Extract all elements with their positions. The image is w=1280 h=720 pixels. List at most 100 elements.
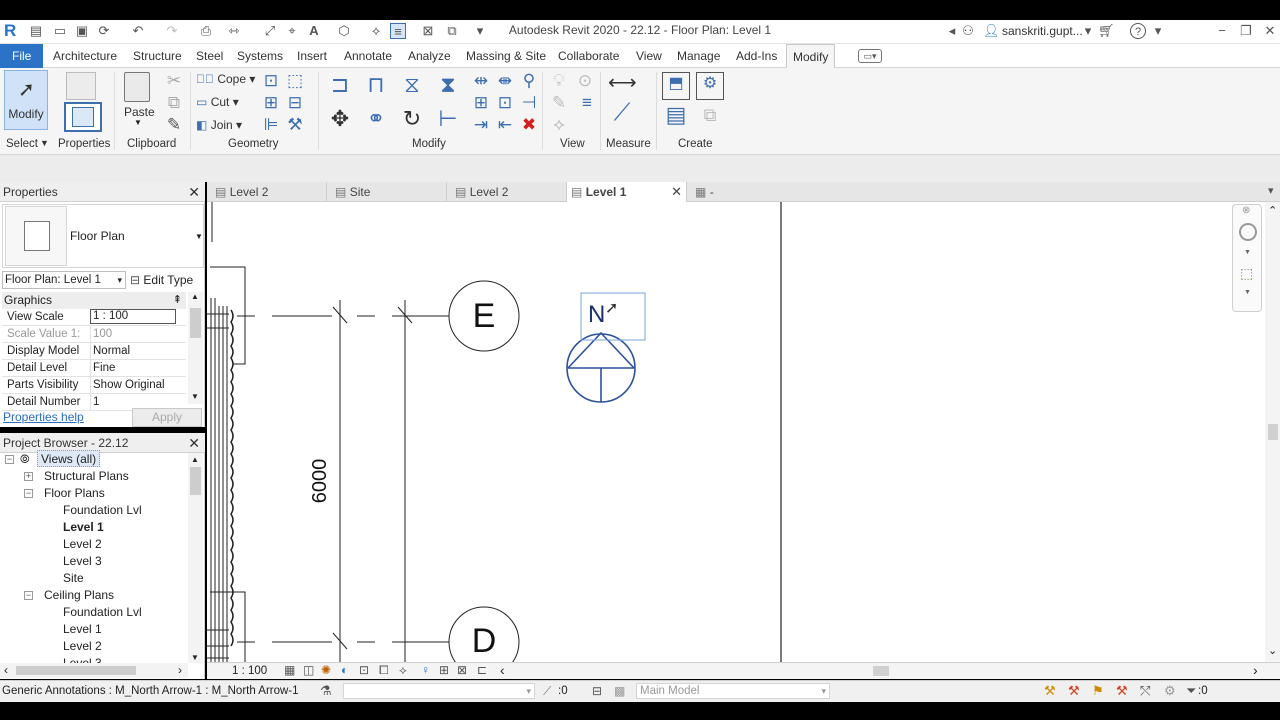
scroll-thumb[interactable] — [16, 666, 136, 675]
select-dropdown-icon[interactable]: ▼ — [40, 138, 49, 148]
properties-help-link[interactable]: Properties help — [3, 410, 84, 424]
select-links-icon[interactable]: ⚒ — [1044, 681, 1056, 701]
grid-label-e[interactable]: E — [449, 298, 519, 334]
prop-row[interactable]: View Scale 1 : 100 — [2, 309, 186, 326]
filter-icon[interactable]: ⏷ — [1186, 681, 1196, 701]
scroll-left-icon[interactable]: ‹ — [4, 663, 8, 677]
infocenter-arrow-icon[interactable]: ◂ — [944, 23, 960, 39]
view-filter-icon[interactable]: ≡ — [576, 92, 598, 114]
editing-requests-icon[interactable]: ⟋ — [543, 681, 551, 701]
linework-icon[interactable]: ✎ — [548, 92, 570, 114]
user-name[interactable]: sanskriti.gupt... — [1002, 24, 1083, 38]
match-properties-icon[interactable]: ✎ — [163, 114, 185, 136]
properties-scrollbar[interactable]: ▲ ▼ — [188, 292, 203, 404]
paste-label[interactable]: Paste — [124, 105, 155, 119]
cut-button[interactable]: ▭ Cut ▾ — [196, 95, 239, 109]
cope-button[interactable]: ⊏⃞ Cope ▾ — [196, 72, 255, 86]
trim-multiple-icon[interactable]: ⇥ — [470, 114, 492, 136]
minimize-icon[interactable]: − — [1214, 23, 1230, 39]
tree-item-ceiling-plans[interactable]: Ceiling Plans — [44, 587, 114, 604]
tree-item-level-1[interactable]: Level 1 — [63, 519, 104, 536]
paint-icon[interactable]: ⊟ — [284, 92, 306, 114]
view-tab-3d[interactable]: ▦ - — [687, 182, 747, 202]
temporary-hide-icon[interactable]: ♀ — [421, 663, 430, 677]
steering-wheel-icon[interactable] — [1239, 223, 1257, 241]
workset-select[interactable]: ▾ — [343, 683, 535, 699]
scroll-down-icon[interactable]: ▼ — [191, 653, 199, 662]
array-icon[interactable]: ⊞ — [470, 92, 492, 114]
close-properties-icon[interactable]: ✕ — [188, 183, 200, 201]
show-constraints-icon[interactable]: ⊏ — [477, 663, 487, 677]
browser-vscrollbar[interactable]: ▲ ▼ — [188, 453, 203, 663]
tab-annotate[interactable]: Annotate — [338, 44, 398, 68]
drawing-area[interactable]: E D N ➚ 6000 ⊗ ▼ ⬚ ▼ — [207, 202, 1265, 662]
scroll-down-icon[interactable]: ⌄ — [1268, 644, 1277, 657]
select-by-face-icon[interactable]: ⚒ — [1116, 681, 1128, 701]
select-by-icon[interactable]: ⟡ — [548, 114, 570, 136]
aligned-dimension-icon[interactable]: ⟋ — [608, 101, 636, 132]
north-arrow-label[interactable]: N — [588, 302, 605, 328]
nav-close-icon[interactable]: ⊗ — [1242, 205, 1250, 216]
graphics-group-header[interactable]: Graphics ⇞ — [2, 292, 186, 309]
show-crop-icon[interactable]: ⧠ — [379, 663, 389, 678]
scroll-up-icon[interactable]: ▲ — [191, 455, 199, 464]
trim-extend-icon[interactable]: ⊢ — [434, 108, 462, 136]
hide-element-icon[interactable]: 💡︎ — [548, 70, 570, 92]
worksets-icon[interactable]: ⚗ — [320, 681, 332, 701]
mirror-draw-icon[interactable]: ⧗ — [434, 74, 462, 102]
create-group-icon[interactable]: ▤ — [662, 104, 690, 132]
scroll-down-icon[interactable]: ▼ — [191, 392, 199, 401]
view-tab-level-1[interactable]: ▤ Level 1 ✕ — [567, 182, 687, 202]
tree-item-floor-plans[interactable]: Floor Plans — [44, 485, 105, 502]
tree-item-ceiling-level-1[interactable]: Level 1 — [63, 621, 102, 638]
zoom-icon[interactable]: ⬚ — [1240, 265, 1253, 282]
tab-structure[interactable]: Structure — [127, 44, 188, 68]
scale-icon[interactable]: ⊡ — [494, 92, 516, 114]
view-tab-site[interactable]: ▤ Site — [327, 182, 447, 202]
prop-value[interactable]: Fine — [90, 360, 186, 376]
exclude-options-icon[interactable]: ▩ — [614, 681, 625, 701]
scroll-thumb[interactable] — [190, 467, 201, 495]
design-option-select[interactable]: Main Model ▾ — [636, 683, 830, 699]
unpin-icon[interactable]: ⚲ — [518, 70, 540, 92]
close-browser-icon[interactable]: ✕ — [188, 434, 200, 452]
modify-tool-button[interactable]: ➚ Modify — [4, 70, 48, 130]
scroll-up-icon[interactable]: ▲ — [191, 292, 199, 301]
scroll-thumb[interactable] — [873, 666, 889, 676]
type-dropdown-icon[interactable]: ▼ — [195, 232, 203, 241]
close-window-icon[interactable]: ✕ — [1262, 23, 1278, 39]
cart-icon[interactable]: 🛒︎ — [1098, 23, 1115, 39]
create-parts-icon[interactable]: ⚙ — [696, 72, 724, 100]
tab-massing-site[interactable]: Massing & Site — [460, 44, 552, 68]
tabs-menu-icon[interactable]: ▾ — [1268, 184, 1274, 197]
scroll-right-icon[interactable]: › — [1253, 662, 1258, 678]
override-graphics-icon[interactable]: ⊙ — [574, 70, 596, 92]
drag-elements-icon[interactable]: ⤲ — [1140, 681, 1150, 701]
tree-item-level-2[interactable]: Level 2 — [63, 536, 102, 553]
tab-systems[interactable]: Systems — [231, 44, 289, 68]
tree-item-ceiling-level-2[interactable]: Level 2 — [63, 638, 102, 655]
expand-structural-icon[interactable]: + — [24, 472, 33, 481]
tree-item-foundation-lvl[interactable]: Foundation Lvl — [63, 502, 142, 519]
apply-button[interactable]: Apply — [132, 408, 202, 427]
view-scale[interactable]: 1 : 100 — [232, 663, 267, 679]
view-tab-level-2b[interactable]: ▤ Level 2 — [447, 182, 567, 202]
detail-level-icon[interactable]: ▦ — [284, 663, 295, 677]
tab-modify[interactable]: Modify — [786, 44, 836, 68]
tree-item-ceiling-foundation-lvl[interactable]: Foundation Lvl — [63, 604, 142, 621]
shadows-icon[interactable]: ◐ — [341, 663, 348, 677]
tab-architecture[interactable]: Architecture — [47, 44, 123, 68]
move-icon[interactable]: ✥ — [326, 108, 354, 136]
rotate-icon[interactable]: ↻ — [398, 108, 426, 136]
close-tab-icon[interactable]: ✕ — [671, 182, 682, 202]
mirror-axis-icon[interactable]: ⧖ — [398, 74, 426, 102]
help-icon[interactable]: ? — [1130, 23, 1146, 39]
canvas-vscrollbar[interactable]: ⌃ ⌄ — [1265, 202, 1280, 662]
tree-item-structural-plans[interactable]: Structural Plans — [44, 468, 129, 485]
type-selector[interactable]: Floor Plan ▼ — [2, 204, 204, 268]
tab-file[interactable]: File — [0, 44, 44, 68]
steering-dropdown-icon[interactable]: ▼ — [1244, 249, 1251, 256]
split-gap-icon[interactable]: ⇼ — [494, 70, 516, 92]
pin-icon[interactable]: ⊣ — [518, 92, 540, 114]
select-pinned-icon[interactable]: ⚑ — [1092, 681, 1104, 701]
